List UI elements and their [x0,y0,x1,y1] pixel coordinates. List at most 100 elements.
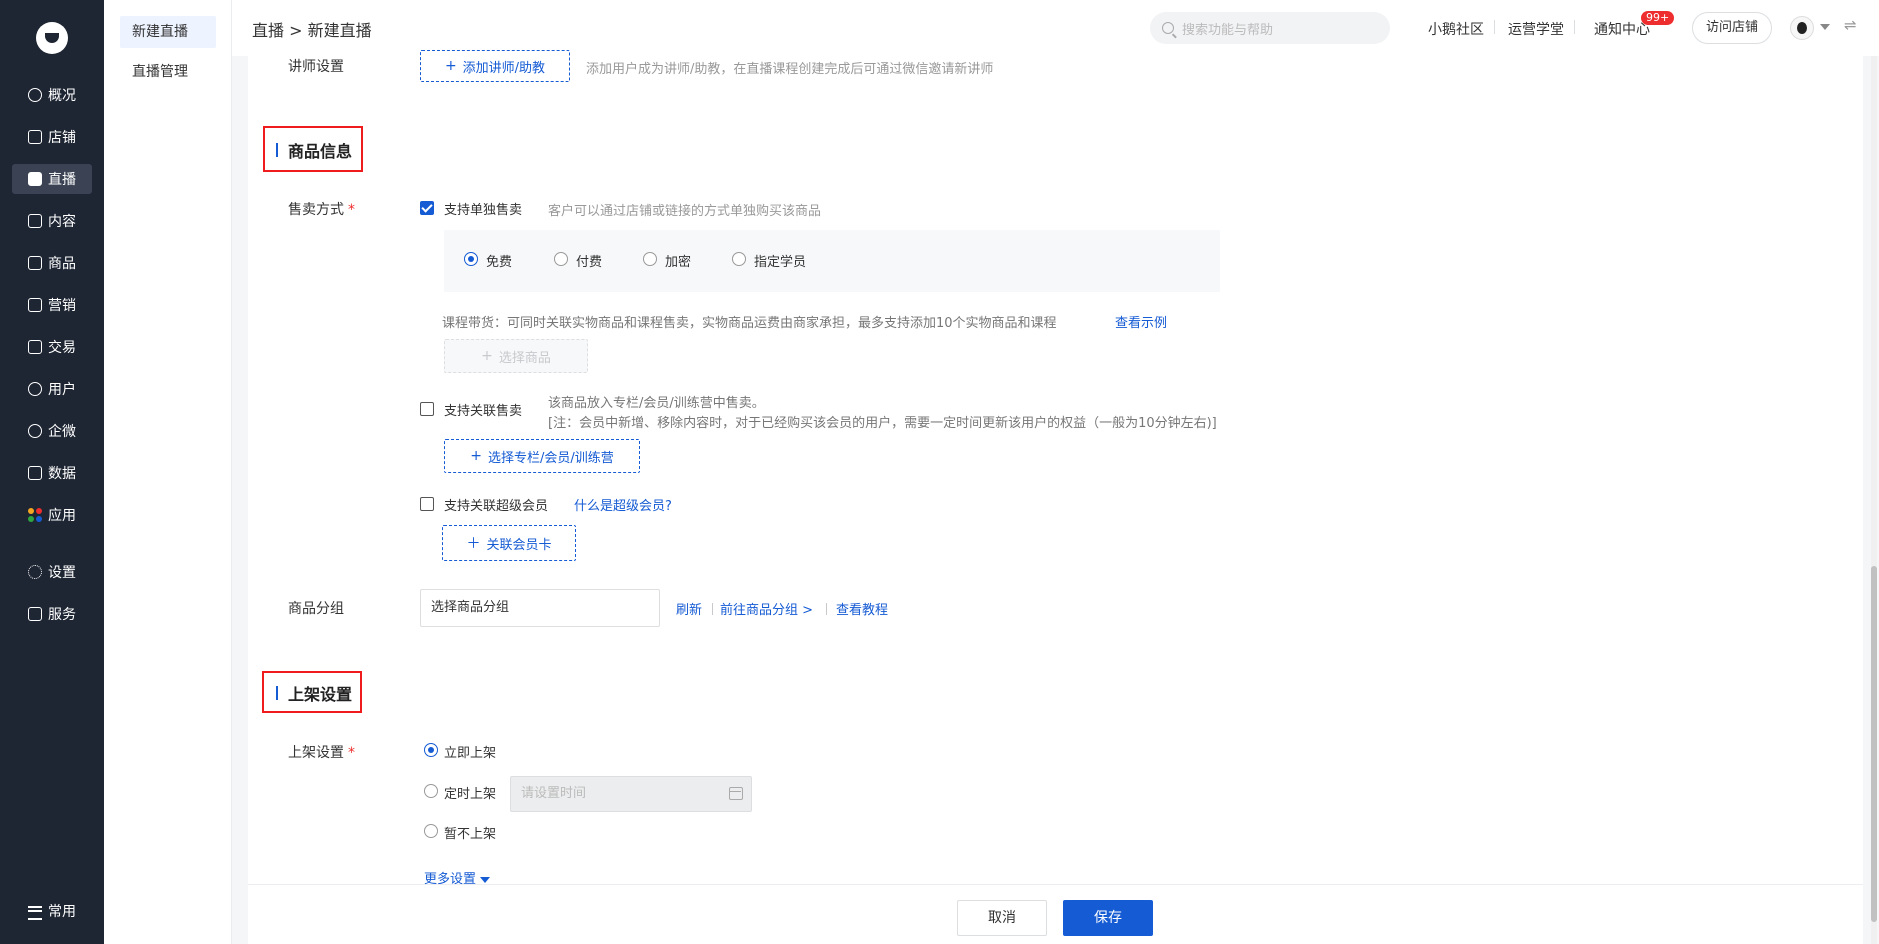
what-is-super-member-link[interactable]: 什么是超级会员? [574,495,672,514]
sidebar-item-goods[interactable]: 商品 [12,248,92,278]
subnav-item-new-live[interactable]: 新建直播 [120,16,216,48]
sidebar-item-content[interactable]: 内容 [12,206,92,236]
subnav-item-live-manage[interactable]: 直播管理 [120,56,216,88]
price-option-label: 付费 [576,255,603,270]
linked-sale-note: [注：会员中新增、移除内容时，对于已经购买该会员的用户，需要一定时间更新该用户的… [548,416,1217,431]
trade-icon [28,340,42,354]
add-lecturer-label: 添加讲师/助教 [462,60,546,76]
sidebar-item-apps[interactable]: 应用 [12,500,92,530]
sidebar-item-label: 直播 [48,172,76,188]
shelf-radio-not-now[interactable] [424,824,438,838]
price-option-label: 加密 [665,255,692,270]
content-icon [28,214,42,228]
search-input[interactable]: 搜索功能与帮助 [1150,12,1390,44]
add-lecturer-button[interactable]: + 添加讲师/助教 [420,50,570,82]
select-column-label: 选择专栏/会员/训练营 [487,450,614,466]
select-goods-button[interactable]: + 选择商品 [444,339,588,373]
view-example-link[interactable]: 查看示例 [1115,312,1167,331]
link-member-card-label: 关联会员卡 [486,537,552,553]
link-divider [712,603,713,615]
shelf-setting-label-text: 上架设置 [288,745,344,761]
sidebar-item-label: 设置 [48,565,76,581]
user-icon [28,382,42,396]
sidebar-item-trade[interactable]: 交易 [12,332,92,362]
price-radio-free[interactable] [464,252,478,266]
view-tutorial-link[interactable]: 查看教程 [836,599,888,618]
sidebar-item-service[interactable]: 服务 [12,599,92,629]
secondary-nav: 新建直播 直播管理 [104,0,232,944]
action-bar: 取消 保存 [248,884,1863,944]
shelf-radio-scheduled[interactable] [424,784,438,798]
schedule-time-input[interactable]: 请设置时间 [510,776,752,812]
notice-label: 通知中心 [1594,22,1650,38]
avatar[interactable] [1790,16,1814,40]
scrollbar[interactable] [1871,56,1877,944]
form-panel: 讲师设置 + 添加讲师/助教 添加用户成为讲师/助教，在直播课程创建完成后可通过… [248,50,1863,944]
goods-icon [28,256,42,270]
time-placeholder: 请设置时间 [521,786,587,801]
top-header: 直播 > 新建直播 搜索功能与帮助 小鹅社区 运营学堂 通知中心 99+ 访问店… [232,0,1879,56]
gear-icon [28,565,42,579]
scrollbar-thumb[interactable] [1871,566,1877,922]
super-member-label: 支持关联超级会员 [444,499,549,514]
sidebar-item-label: 常用 [48,904,76,920]
price-radio-specified-students[interactable] [732,252,746,266]
marketing-icon [28,298,42,312]
sale-mode-label-text: 售卖方式 [288,202,344,218]
sidebar-item-label: 用户 [48,382,76,398]
single-sale-hint: 客户可以通过店铺或链接的方式单独购买该商品 [548,204,822,219]
single-sale-checkbox[interactable] [420,201,434,215]
shelf-setting-label: 上架设置 * [288,742,355,762]
sidebar-item-label: 商品 [48,256,76,272]
shelf-option-label: 暂不上架 [444,827,497,842]
sidebar-item-settings[interactable]: 设置 [12,557,92,587]
super-member-checkbox[interactable] [420,497,434,511]
search-placeholder: 搜索功能与帮助 [1182,22,1274,38]
sidebar-item-label: 营销 [48,298,76,314]
course-goods-hint: 课程带货：可同时关联实物商品和课程售卖，实物商品运费由商家承担，最多支持添加10… [442,316,1057,331]
price-radio-paid[interactable] [554,252,568,266]
price-radio-encrypted[interactable] [643,252,657,266]
shelf-radio-now[interactable] [424,743,438,757]
caret-down-icon [480,876,491,883]
switch-icon[interactable]: ⇌ [1844,16,1857,34]
required-mark: * [348,745,355,761]
community-link[interactable]: 小鹅社区 [1428,19,1484,39]
link-member-card-button[interactable]: ＋ 关联会员卡 [442,525,576,561]
sidebar-item-common[interactable]: 常用 [12,896,92,926]
list-icon [28,904,42,920]
app-logo[interactable] [36,22,68,54]
lecturer-label: 讲师设置 [288,59,344,75]
plus-icon: ＋ [466,536,481,552]
select-column-member-camp-button[interactable]: + 选择专栏/会员/训练营 [444,439,640,473]
goods-group-select[interactable]: 选择商品分组 [420,589,660,627]
sidebar-item-label: 应用 [48,508,76,524]
lecturer-hint: 添加用户成为讲师/助教，在直播课程创建完成后可通过微信邀请新讲师 [586,62,994,77]
save-button[interactable]: 保存 [1063,900,1153,936]
sidebar-item-data[interactable]: 数据 [12,458,92,488]
header-divider [1494,20,1495,34]
linked-sale-hint: 该商品放入专栏/会员/训练营中售卖。 [548,396,765,411]
sidebar-item-user[interactable]: 用户 [12,374,92,404]
sidebar-item-overview[interactable]: 概况 [12,80,92,110]
linked-sale-checkbox[interactable] [420,402,434,416]
sidebar-item-live[interactable]: 直播 [12,164,92,194]
goto-goods-group-link[interactable]: 前往商品分组 > [720,599,813,618]
search-icon [1162,22,1174,34]
sidebar-item-store[interactable]: 店铺 [12,122,92,152]
plus-icon: + [481,348,493,364]
visit-store-button[interactable]: 访问店铺 [1692,12,1772,44]
sidebar-item-marketing[interactable]: 营销 [12,290,92,320]
sidebar-item-wecom[interactable]: 企微 [12,416,92,446]
cancel-button[interactable]: 取消 [957,900,1047,936]
live-icon [28,172,42,186]
refresh-link[interactable]: 刷新 [676,599,702,618]
chevron-down-icon[interactable] [1820,24,1830,30]
sidebar-item-label: 店铺 [48,130,76,146]
price-option-label: 指定学员 [754,255,807,270]
school-link[interactable]: 运营学堂 [1508,19,1564,39]
sidebar-item-label: 服务 [48,607,76,623]
shelf-option-label: 立即上架 [444,746,497,761]
notice-center-link[interactable]: 通知中心 99+ [1594,11,1675,39]
goods-section-title: 商品信息 [276,138,352,162]
